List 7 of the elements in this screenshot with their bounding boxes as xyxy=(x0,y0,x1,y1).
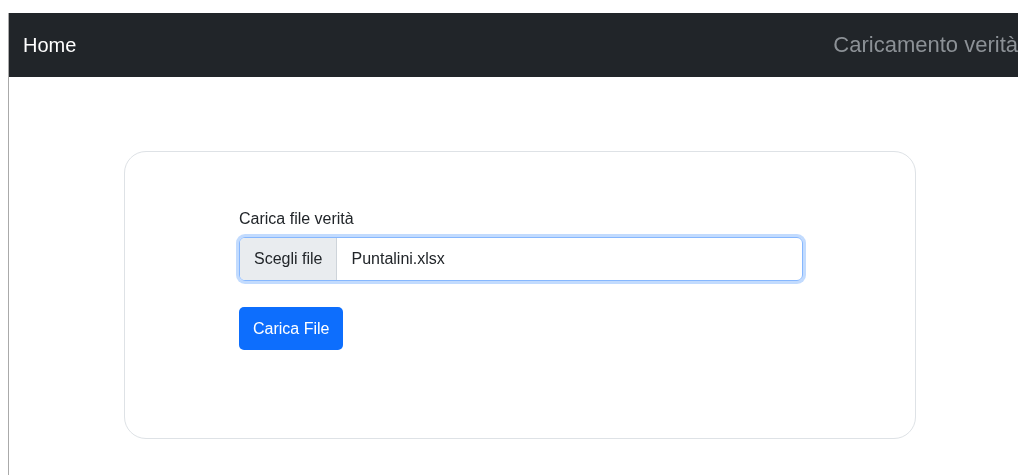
file-input-field[interactable]: Scegli file Puntalini.xlsx xyxy=(239,237,803,281)
field-label: Carica file verità xyxy=(239,210,355,228)
file-name: Puntalini.xlsx xyxy=(350,249,446,269)
page-title: Caricamento verità xyxy=(833,32,1018,58)
home-link[interactable]: Home xyxy=(23,33,77,57)
choose-file-button[interactable]: Scegli file xyxy=(240,238,338,280)
upload-button[interactable]: Carica File xyxy=(239,307,344,350)
